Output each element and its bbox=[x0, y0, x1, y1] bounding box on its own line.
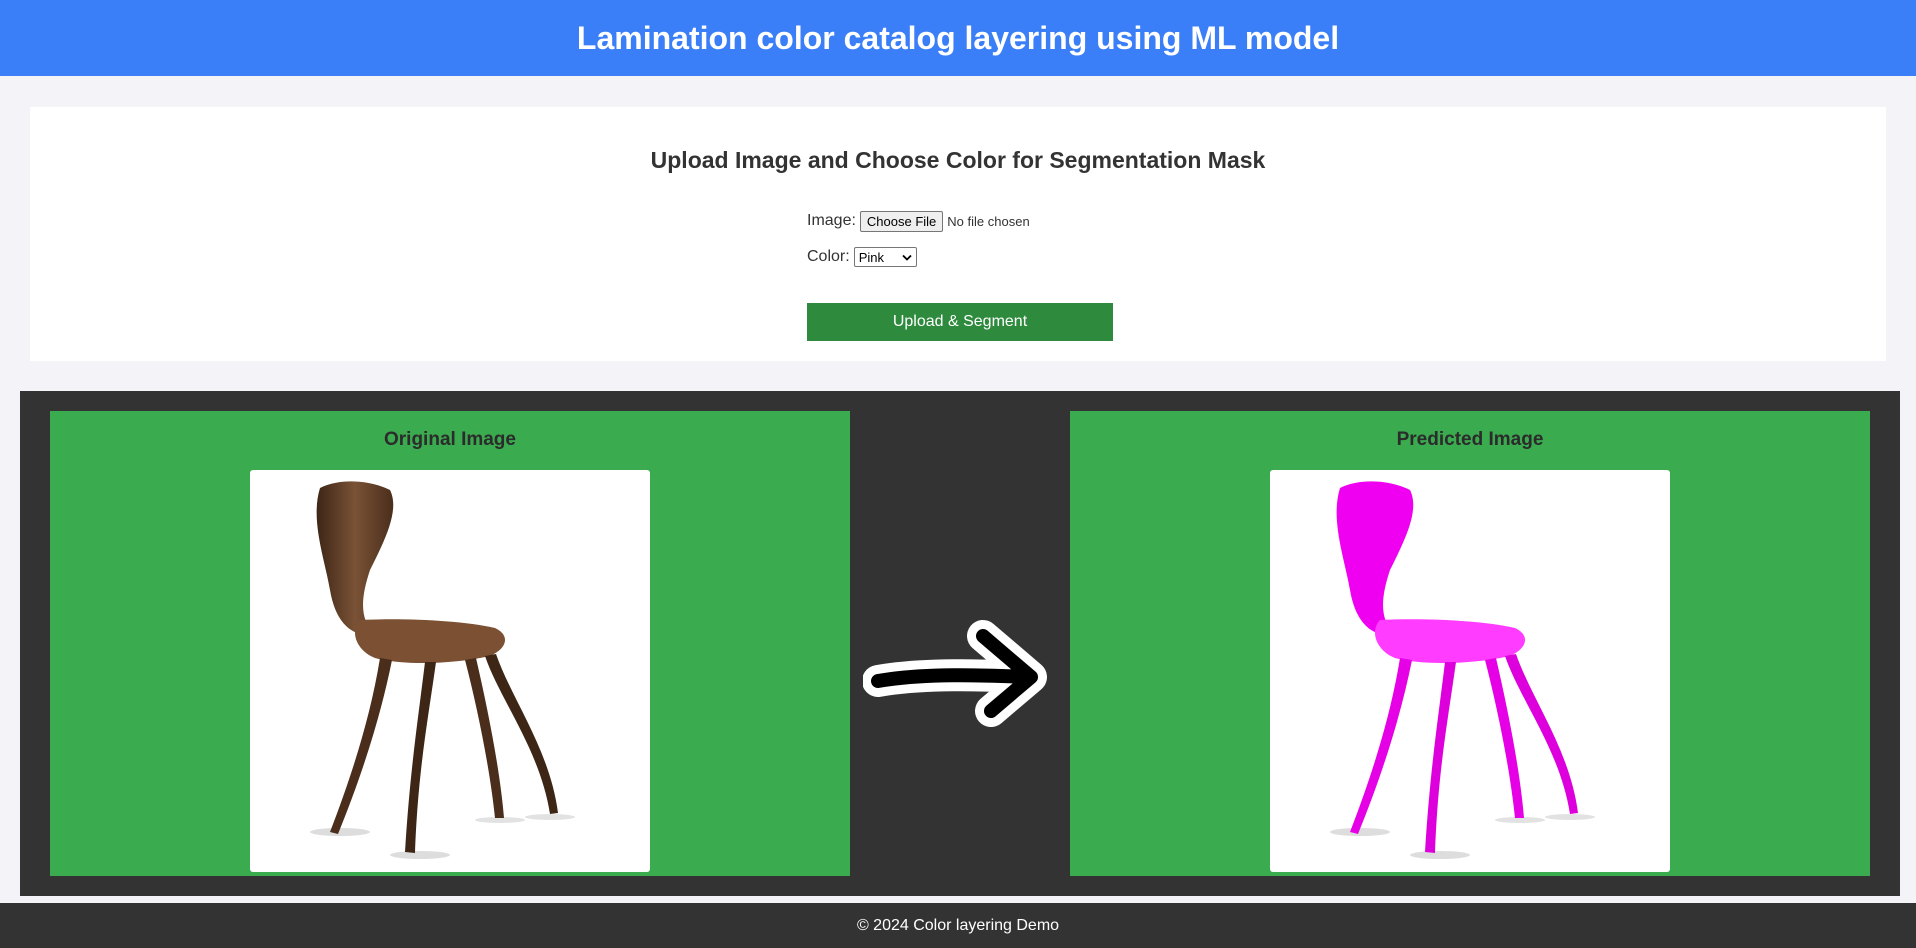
footer-text: © 2024 Color layering Demo bbox=[856, 916, 1060, 934]
original-image bbox=[250, 470, 650, 872]
image-label: Image: bbox=[807, 212, 856, 229]
page-title: Lamination color catalog layering using … bbox=[576, 19, 1340, 56]
original-image-title: Original Image bbox=[384, 429, 516, 450]
color-label: Color: bbox=[807, 248, 850, 265]
results-section: Original Image Predicted Image bbox=[20, 391, 1900, 896]
choose-file-button[interactable]: Choose File bbox=[859, 210, 944, 232]
chevron-down-icon bbox=[902, 250, 912, 265]
upload-heading: Upload Image and Choose Color for Segmen… bbox=[650, 147, 1266, 173]
right-arrow-icon bbox=[862, 611, 1053, 731]
footer: © 2024 Color layering Demo bbox=[0, 903, 1916, 948]
color-row: Color: Pink bbox=[807, 245, 1127, 269]
app-header: Lamination color catalog layering using … bbox=[0, 0, 1916, 76]
color-select[interactable]: Pink bbox=[853, 247, 917, 267]
image-row: Image: Choose File No file chosen bbox=[807, 209, 1127, 233]
upload-segment-button[interactable]: Upload & Segment bbox=[807, 303, 1113, 341]
predicted-image-panel: Predicted Image bbox=[1070, 411, 1870, 876]
file-status: No file chosen bbox=[947, 213, 1030, 229]
color-selected-value: Pink bbox=[858, 249, 884, 265]
original-image-panel: Original Image bbox=[50, 411, 850, 876]
upload-form-card: Upload Image and Choose Color for Segmen… bbox=[30, 107, 1886, 361]
predicted-image-title: Predicted Image bbox=[1396, 429, 1544, 450]
upload-form: Image: Choose File No file chosen Color:… bbox=[807, 209, 1127, 269]
predicted-image bbox=[1270, 470, 1670, 872]
